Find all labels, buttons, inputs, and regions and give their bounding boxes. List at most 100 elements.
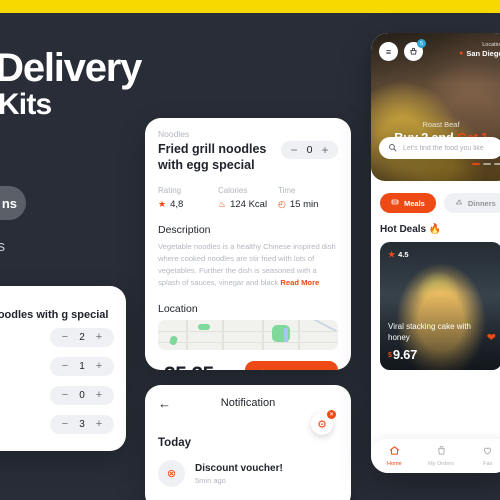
flame-icon: ♨ — [218, 199, 227, 209]
home-icon — [371, 445, 418, 459]
decrement-button[interactable]: − — [61, 419, 69, 430]
increment-button[interactable]: + — [321, 144, 329, 156]
carousel-dot[interactable] — [494, 162, 500, 165]
deal-rating-value: 4.5 — [398, 250, 409, 259]
ingredient-stepper[interactable]: − 2 + — [50, 328, 114, 347]
tab-favorites[interactable]: Fav — [464, 445, 500, 467]
meals-icon — [391, 198, 399, 208]
decrement-button[interactable]: − — [61, 390, 69, 401]
dinners-icon — [455, 198, 463, 208]
description-heading: Description — [158, 224, 211, 236]
chip-meals[interactable]: Meals — [380, 193, 436, 213]
settings-button-wrap[interactable]: ⚙ ✕ — [311, 410, 336, 435]
ingredient-stepper[interactable]: − 3 + — [50, 415, 114, 434]
tab-my-orders-label: My Orders — [428, 461, 454, 467]
metric-value: 15 min — [289, 199, 319, 210]
deal-price: $ 9.67 — [388, 348, 494, 361]
quantity-value: 3 — [79, 419, 85, 430]
carousel-dots[interactable] — [472, 162, 500, 165]
deal-info: Viral stacking cake with honey $ 9.67 — [388, 322, 494, 361]
ingredients-dish-name: ed grill noodles with g special — [0, 309, 109, 321]
metric-value-row: ◴ 15 min — [278, 199, 338, 210]
ingredient-stepper[interactable]: − 1 + — [50, 357, 114, 376]
heart-outline-icon — [464, 445, 500, 459]
quantity-value: 1 — [79, 361, 85, 372]
increment-button[interactable]: + — [95, 361, 103, 372]
tab-home[interactable]: Home — [371, 445, 418, 467]
quantity-stepper[interactable]: − 0 + — [281, 141, 338, 159]
discount-icon: ⊗ — [158, 460, 185, 487]
location-value-row: ● San Diego — [459, 49, 500, 58]
notification-item-title: Discount voucher! — [195, 462, 283, 474]
chip-dinners-label: Dinners — [467, 198, 496, 208]
ingredients-card: oodles ed grill noodles with g special ,… — [0, 286, 126, 451]
star-icon: ★ — [388, 250, 396, 259]
increment-button[interactable]: + — [95, 390, 103, 401]
search-bar[interactable]: Let's find the food you like — [379, 137, 500, 159]
carousel-dot-active[interactable] — [472, 162, 480, 165]
decrement-button[interactable]: − — [290, 144, 298, 156]
notification-title: Notification — [220, 397, 276, 409]
add-to-cart-button[interactable]: Add to Cart — [245, 360, 338, 370]
read-more-link[interactable]: Read More — [280, 278, 319, 287]
dish-metrics: Rating ★ 4,8 Calories ♨ 124 Kcal Time ◴ … — [158, 186, 338, 210]
search-placeholder: Let's find the food you like — [403, 144, 484, 152]
tab-favorites-label: Fav — [483, 461, 493, 467]
quantity-value: 2 — [79, 332, 85, 343]
bag-icon — [418, 445, 465, 459]
price-and-cart-row: $ 35.25 Add to Cart — [158, 360, 338, 370]
notification-item-time: 5min ago — [195, 475, 226, 485]
tab-my-orders[interactable]: My Orders — [418, 445, 465, 467]
page-subtitle: Ui Kits — [0, 88, 52, 121]
hero-kicker: Roast Beaf — [422, 120, 460, 129]
increment-button[interactable]: + — [95, 419, 103, 430]
notification-group-label: Today — [158, 437, 192, 449]
dish-header-row: Fried grill noodles with egg special − 0… — [158, 141, 338, 173]
price-amount: 35.25 — [164, 364, 214, 370]
metric-value: 124 Kcal — [230, 199, 268, 210]
tab-home-label: Home — [387, 461, 402, 467]
location-value: San Diego — [466, 49, 500, 58]
phone-mockup: ≡ 5 Location ● San Diego Roast Beaf Buy — [371, 33, 500, 473]
section-title-hot-deals: Hot Deals 🔥 — [380, 224, 442, 235]
category-chips: Meals Dinners — [371, 181, 500, 213]
deal-name: Viral stacking cake with honey — [388, 322, 471, 343]
close-badge-icon[interactable]: ✕ — [327, 410, 336, 419]
deal-price-amount: 9.67 — [392, 347, 418, 362]
metric-label: Time — [278, 186, 296, 195]
notification-list-item[interactable]: ⊗ Discount voucher! 5min ago — [158, 460, 338, 487]
deal-rating: ★ 4.5 — [388, 250, 409, 259]
hero-top-bar: ≡ 5 Location ● San Diego — [379, 39, 500, 61]
shopping-basket-icon[interactable]: 5 — [404, 39, 426, 61]
page-title: d Delivery — [0, 46, 142, 90]
ingredient-stepper[interactable]: − 0 + — [50, 386, 114, 405]
metric-time: Time ◴ 15 min — [278, 186, 338, 210]
top-yellow-bar — [0, 0, 500, 13]
hamburger-menu-icon[interactable]: ≡ — [379, 42, 398, 61]
bottom-tab-bar: Home My Orders Fav — [371, 439, 500, 473]
decrement-button[interactable]: − — [61, 332, 69, 343]
add-to-cart-label: Add to Cart — [273, 369, 325, 370]
dish-name: Fried grill noodles with egg special — [158, 142, 267, 172]
metric-value-row: ♨ 124 Kcal — [218, 199, 278, 210]
deal-card[interactable]: ★ 4.5 ❤ Viral stacking cake with honey $… — [380, 242, 500, 370]
cart-count-badge: 5 — [417, 39, 426, 48]
metric-value-row: ★ 4,8 — [158, 199, 218, 210]
decrement-button[interactable]: − — [61, 361, 69, 372]
hero-banner: ≡ 5 Location ● San Diego Roast Beaf Buy — [371, 33, 500, 181]
search-icon — [388, 143, 397, 154]
notification-card: ← Notification ⚙ ✕ Today ⊗ Discount vouc… — [145, 385, 351, 500]
quantity-value: 0 — [79, 390, 85, 401]
promo-pill-label: ns — [1, 195, 17, 211]
ingredients-stepper-list: − 2 + − 1 + − 0 + − 3 + — [50, 328, 114, 434]
notification-header: ← Notification — [158, 395, 338, 411]
promo-note: onents — [0, 238, 6, 255]
location-map[interactable] — [158, 319, 338, 350]
increment-button[interactable]: + — [95, 332, 103, 343]
chip-dinners[interactable]: Dinners — [443, 193, 500, 213]
metric-value: 4,8 — [170, 199, 184, 210]
currency-symbol: $ — [388, 352, 392, 359]
location-block[interactable]: Location ● San Diego — [459, 42, 500, 58]
promo-pill[interactable]: ns — [0, 186, 26, 220]
carousel-dot[interactable] — [483, 162, 491, 165]
